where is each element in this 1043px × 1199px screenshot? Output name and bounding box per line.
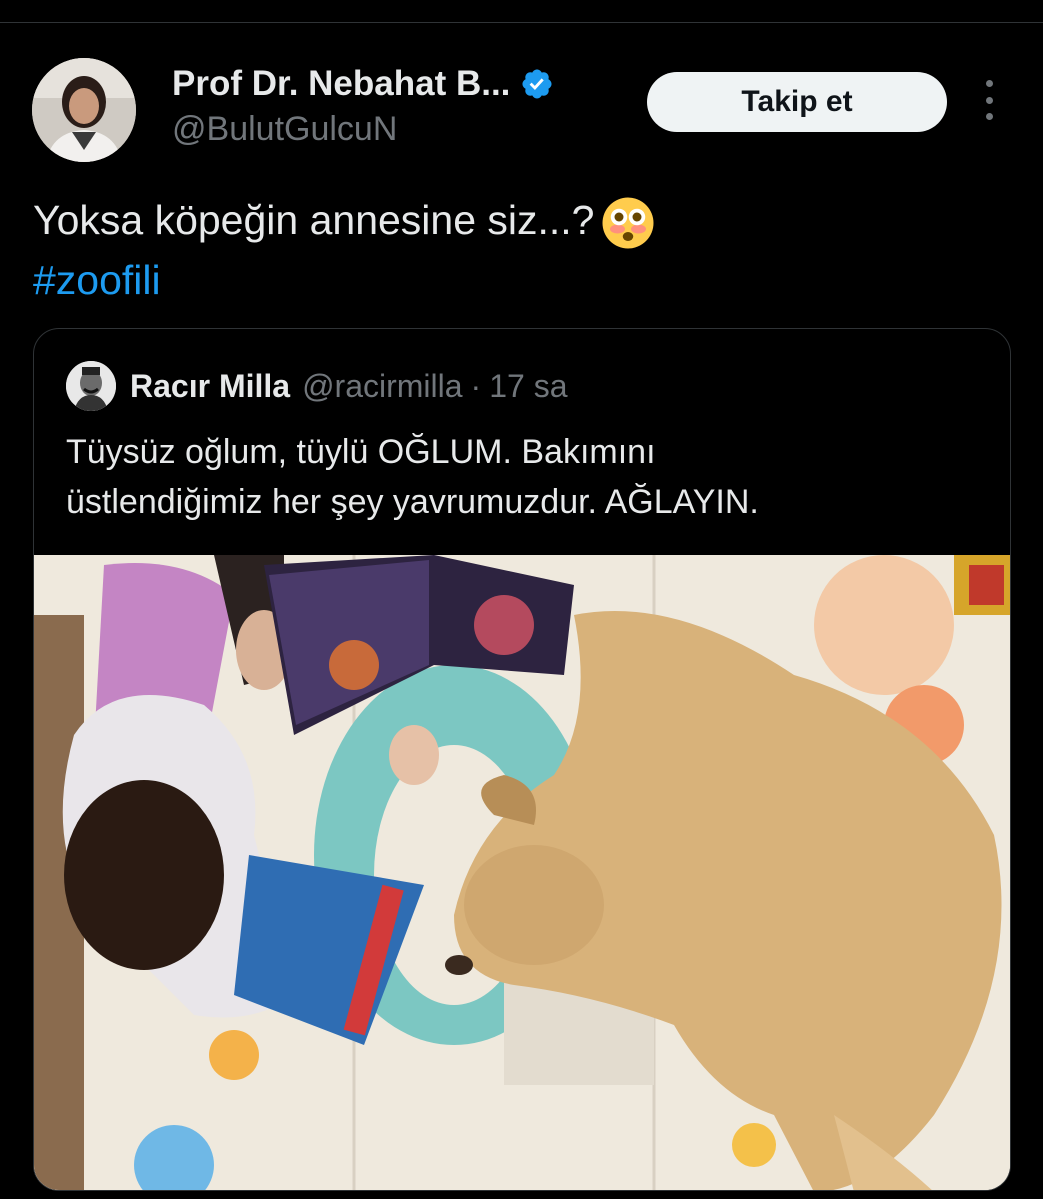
tweet-text: Yoksa köpeğin annesine siz...? — [33, 197, 595, 243]
flushed-face-emoji-icon — [602, 197, 653, 249]
quoted-text: Tüysüz oğlum, tüylü OĞLUM. Bakımını üstl… — [66, 427, 966, 527]
quoted-timestamp[interactable]: 17 sa — [489, 368, 567, 405]
author-avatar[interactable] — [32, 58, 136, 162]
author-display-name[interactable]: Prof Dr. Nebahat B... — [172, 64, 510, 104]
tweet-header: Prof Dr. Nebahat B... @BulutGulcuN Takip… — [32, 58, 1012, 162]
author-name-row: Prof Dr. Nebahat B... — [172, 64, 554, 104]
quoted-tweet-card[interactable]: Racır Milla @racirmilla · 17 sa Tüysüz o… — [33, 328, 1011, 1191]
follow-button[interactable]: Takip et — [647, 72, 947, 132]
quoted-author-avatar[interactable] — [66, 361, 116, 411]
quoted-header: Racır Milla @racirmilla · 17 sa — [66, 361, 567, 411]
more-options-icon[interactable] — [977, 80, 1001, 120]
quoted-photo[interactable] — [34, 555, 1010, 1190]
top-divider — [0, 22, 1043, 23]
quoted-author-name[interactable]: Racır Milla — [130, 368, 290, 405]
tweet-body: Yoksa köpeğin annesine siz...? #zoofili — [33, 190, 655, 310]
quoted-text-line-1: Tüysüz oğlum, tüylü OĞLUM. Bakımını — [66, 433, 656, 471]
quoted-author-handle[interactable]: @racirmilla — [302, 368, 462, 405]
hashtag-link[interactable]: #zoofili — [33, 250, 655, 310]
author-handle[interactable]: @BulutGulcuN — [172, 110, 397, 149]
quoted-text-line-2: üstlendiğimiz her şey yavrumuzdur. AĞLAY… — [66, 483, 759, 521]
quoted-separator: · — [470, 367, 482, 404]
verified-badge-icon — [522, 69, 552, 99]
